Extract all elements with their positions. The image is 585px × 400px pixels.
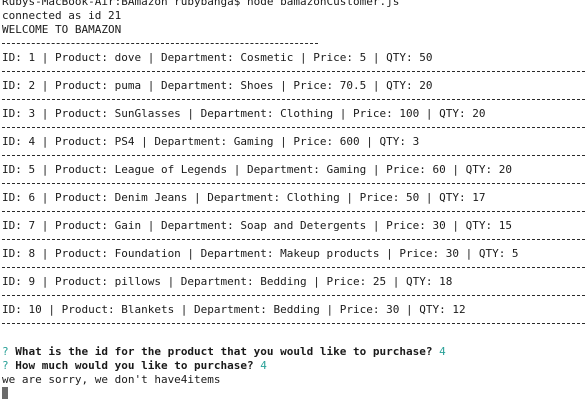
product-row: ID: 5 | Product: League of Legends | Dep… xyxy=(2,163,512,176)
separator xyxy=(2,205,585,219)
question-mark-icon: ? xyxy=(2,345,9,358)
question-mark-icon: ? xyxy=(2,359,9,372)
result-message: we are sorry, we don't have4items xyxy=(2,373,221,386)
cursor-block-icon xyxy=(2,387,8,399)
product-row: ID: 4 | Product: PS4 | Department: Gamin… xyxy=(2,135,420,148)
product-row: ID: 1 | Product: dove | Department: Cosm… xyxy=(2,51,433,64)
separator xyxy=(2,37,585,51)
prompt-question: What is the id for the product that you … xyxy=(15,345,433,358)
separator xyxy=(2,261,585,275)
shell-command-line: Rubys-MacBook-Air:BAmazon rubybanga$ nod… xyxy=(2,0,400,8)
separator xyxy=(2,121,585,135)
product-row: ID: 7 | Product: Gain | Department: Soap… xyxy=(2,219,512,232)
separator xyxy=(2,93,585,107)
prompt-question: How much would you like to purchase? xyxy=(15,359,254,372)
terminal-window[interactable]: Rubys-MacBook-Air:BAmazon rubybanga$ nod… xyxy=(0,0,585,400)
separator xyxy=(2,177,585,191)
product-row: ID: 10 | Product: Blankets | Department:… xyxy=(2,303,466,316)
prompt-answer: 4 xyxy=(439,345,446,358)
separator xyxy=(2,149,585,163)
cursor-line[interactable] xyxy=(2,387,585,400)
product-row: ID: 2 | Product: puma | Department: Shoe… xyxy=(2,79,433,92)
connection-status: connected as id 21 xyxy=(2,9,122,22)
product-row: ID: 8 | Product: Foundation | Department… xyxy=(2,247,519,260)
product-row: ID: 9 | Product: pillows | Department: B… xyxy=(2,275,453,288)
separator xyxy=(2,233,585,247)
product-row: ID: 3 | Product: SunGlasses | Department… xyxy=(2,107,486,120)
separator xyxy=(2,317,585,331)
prompt-product-id: ? What is the id for the product that yo… xyxy=(2,345,585,359)
separator xyxy=(2,289,585,303)
product-row: ID: 6 | Product: Denim Jeans | Departmen… xyxy=(2,191,486,204)
welcome-banner: WELCOME TO BAMAZON xyxy=(2,23,122,36)
separator xyxy=(2,65,585,79)
prompt-answer: 4 xyxy=(260,359,267,372)
prompt-quantity: ? How much would you like to purchase? 4 xyxy=(2,359,585,373)
